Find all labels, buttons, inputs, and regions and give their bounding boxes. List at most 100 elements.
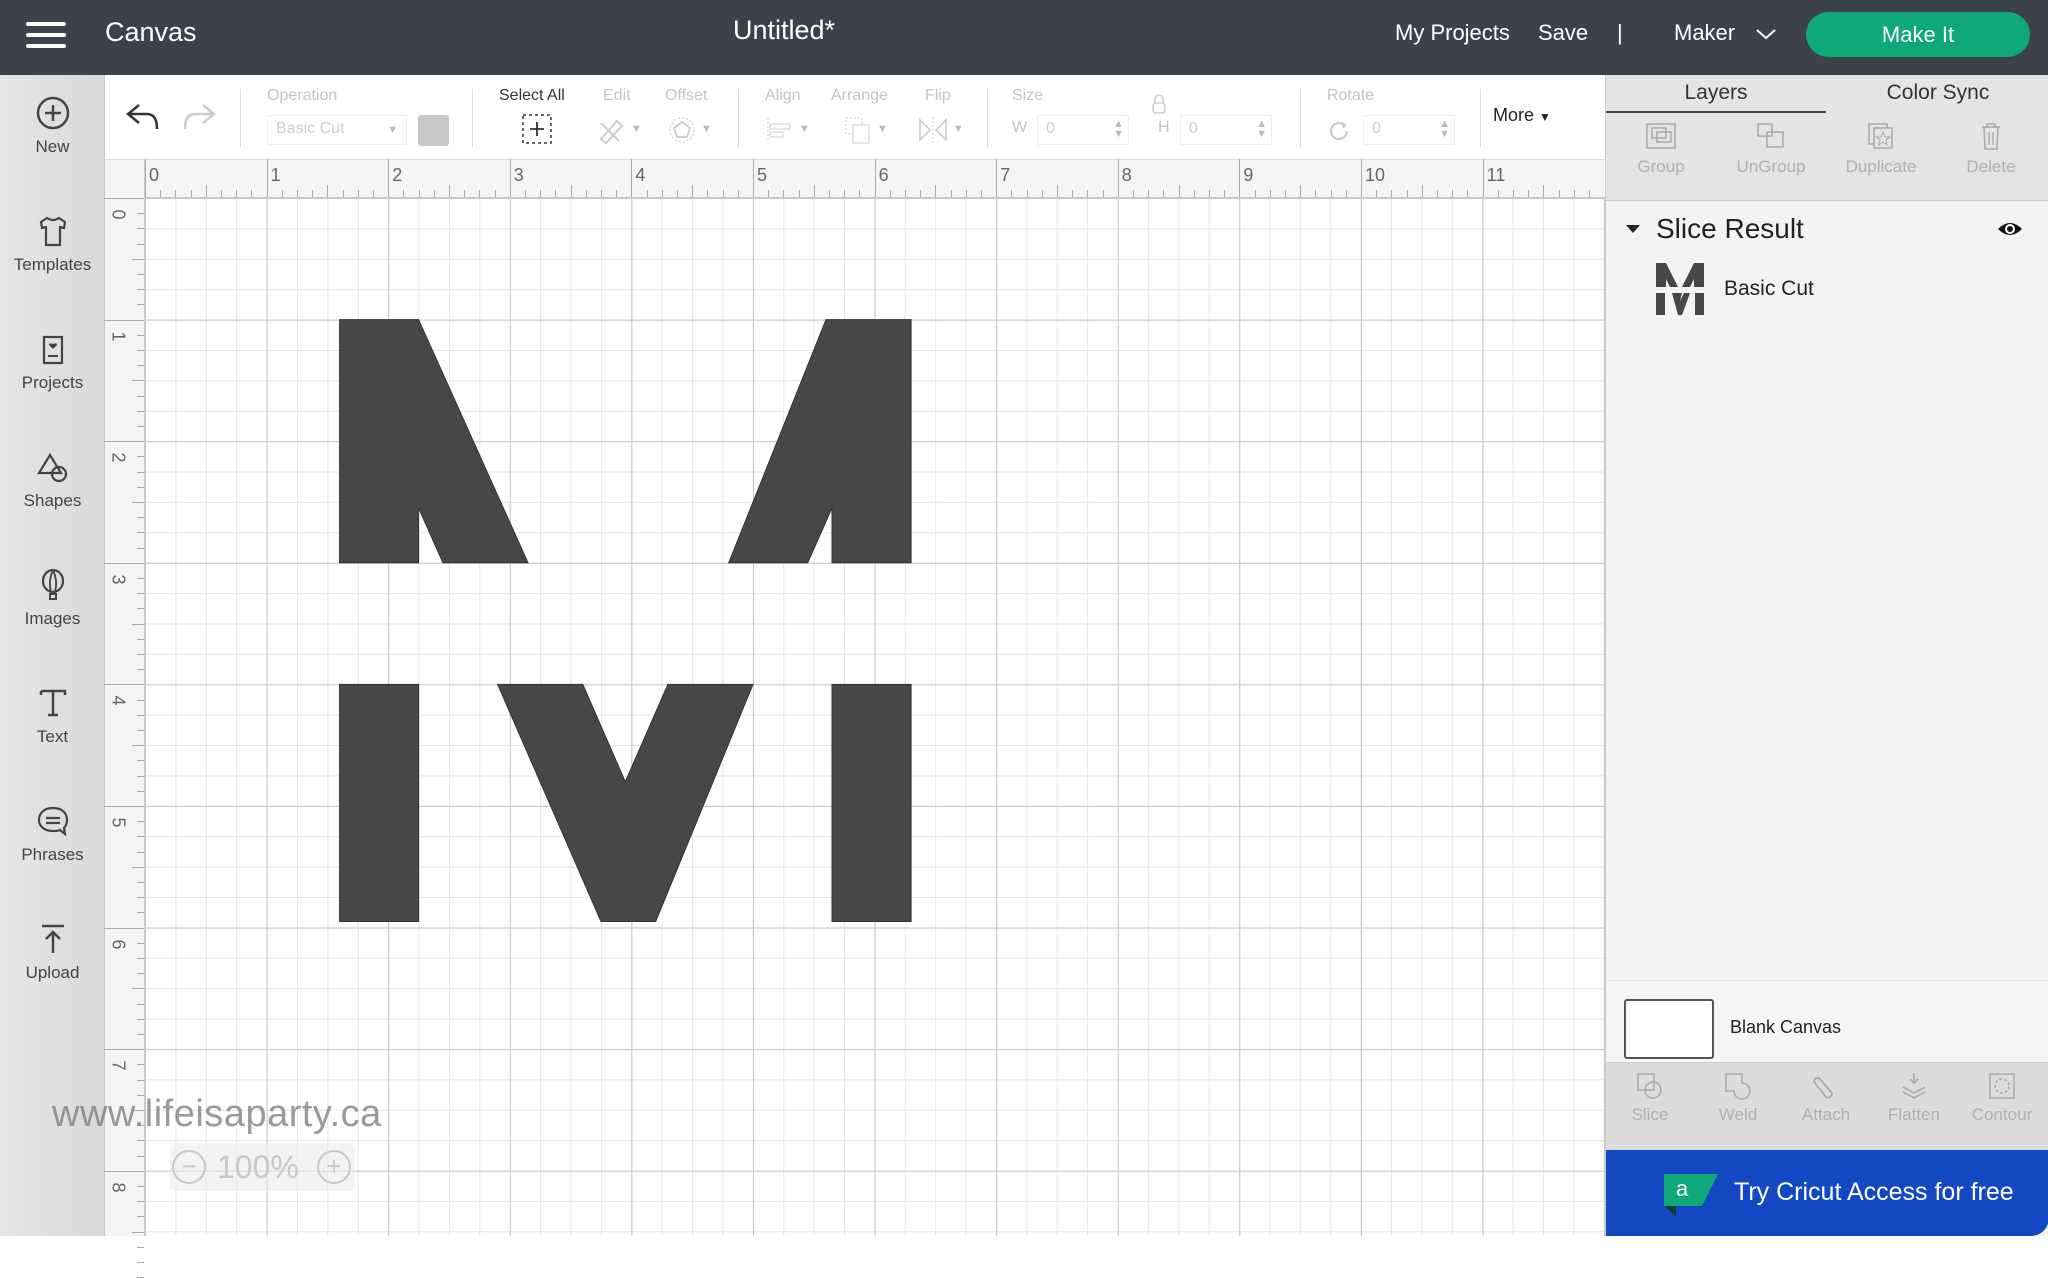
arrange-menu[interactable]: ▼ bbox=[843, 115, 888, 152]
color-swatch[interactable] bbox=[418, 115, 449, 146]
redo-icon[interactable] bbox=[181, 101, 217, 133]
ruler-tick bbox=[137, 456, 144, 458]
ruler-tick bbox=[1513, 190, 1514, 197]
ruler-tick-label: 5 bbox=[108, 817, 129, 828]
flip-menu[interactable]: ▼ bbox=[917, 115, 964, 150]
ruler-tick-label: 2 bbox=[108, 452, 129, 463]
edit-toolbar: Operation Basic Cut ▼ Select All Edit ▼ … bbox=[105, 75, 1605, 160]
watermark: www.lifeisaparty.ca bbox=[52, 1093, 382, 1135]
sidebar-item-upload[interactable]: Upload bbox=[0, 921, 105, 1021]
flatten-button[interactable]: Flatten bbox=[1870, 1071, 1958, 1125]
sidebar-item-phrases[interactable]: Phrases bbox=[0, 803, 105, 903]
ruler-tick bbox=[137, 334, 144, 336]
ruler-tick bbox=[137, 851, 144, 853]
attach-button[interactable]: Attach bbox=[1782, 1071, 1870, 1125]
eye-icon[interactable] bbox=[1996, 219, 2024, 239]
delete-button[interactable]: Delete bbox=[1936, 121, 2046, 177]
combine-actions: Slice Weld Attach Flatten Contour bbox=[1606, 1062, 2048, 1150]
ruler-tick bbox=[1133, 190, 1134, 197]
stepper-icon[interactable]: ▲ ▼ bbox=[1256, 119, 1267, 140]
caret-down-icon: ▼ bbox=[799, 123, 810, 135]
ruler-tick bbox=[1345, 190, 1347, 197]
edit-menu[interactable]: ▼ bbox=[597, 115, 642, 150]
sidebar-item-new[interactable]: New bbox=[0, 95, 105, 195]
tab-layers[interactable]: Layers bbox=[1606, 75, 1826, 113]
lock-icon[interactable] bbox=[1148, 93, 1170, 115]
ruler-tick bbox=[1193, 190, 1195, 197]
operation-select[interactable]: Basic Cut ▼ bbox=[267, 115, 407, 145]
sidebar-item-templates[interactable]: Templates bbox=[0, 213, 105, 313]
ruler-tick bbox=[1421, 185, 1423, 197]
ruler-tick bbox=[707, 190, 709, 197]
document-title[interactable]: Untitled* bbox=[733, 15, 835, 46]
sidebar-item-shapes[interactable]: Shapes bbox=[0, 449, 105, 549]
sidebar-item-images[interactable]: Images bbox=[0, 567, 105, 667]
ruler-tick bbox=[829, 190, 830, 197]
bottom-v[interactable] bbox=[496, 683, 754, 922]
tab-color-sync[interactable]: Color Sync bbox=[1828, 75, 2048, 113]
collapse-triangle-icon[interactable] bbox=[1626, 225, 1640, 233]
top-right-piece[interactable] bbox=[727, 319, 912, 564]
sidebar-label: New bbox=[35, 137, 70, 156]
ruler-tick bbox=[722, 190, 724, 197]
upload-icon bbox=[41, 924, 64, 953]
more-menu[interactable]: More ▼ bbox=[1493, 105, 1551, 126]
ruler-tick bbox=[1497, 190, 1499, 197]
duplicate-button[interactable]: Duplicate bbox=[1826, 121, 1936, 177]
ruler-tick bbox=[104, 562, 144, 564]
ruler-tick bbox=[874, 159, 876, 197]
select-all-icon[interactable] bbox=[521, 113, 553, 145]
zoom-in-button[interactable]: + bbox=[317, 1150, 351, 1184]
ruler-tick bbox=[525, 190, 526, 197]
height-input[interactable]: 0 ▲ ▼ bbox=[1180, 115, 1272, 145]
contour-button[interactable]: Contour bbox=[1958, 1071, 2046, 1125]
stepper-icon[interactable]: ▲ ▼ bbox=[1439, 119, 1450, 140]
ruler-tick bbox=[965, 190, 967, 197]
rotate-icon bbox=[1329, 121, 1349, 141]
ruler-tick bbox=[137, 714, 144, 716]
stepper-icon[interactable]: ▲ ▼ bbox=[1113, 119, 1124, 140]
make-it-button[interactable]: Make It bbox=[1806, 12, 2030, 57]
ruler-tick bbox=[1361, 159, 1362, 197]
ruler-tick-label: 4 bbox=[635, 165, 646, 185]
blank-canvas-swatch[interactable] bbox=[1624, 999, 1714, 1059]
bottom-left-bar[interactable] bbox=[339, 683, 420, 922]
layer-group-title: Slice Result bbox=[1656, 213, 1804, 244]
ruler-tick bbox=[160, 190, 162, 197]
slice-button[interactable]: Slice bbox=[1606, 1071, 1694, 1125]
ruler-tick bbox=[137, 608, 144, 610]
group-button[interactable]: Group bbox=[1606, 121, 1716, 177]
top-left-piece[interactable] bbox=[339, 319, 529, 564]
save-link[interactable]: Save bbox=[1538, 20, 1588, 46]
my-projects-link[interactable]: My Projects bbox=[1395, 20, 1510, 46]
width-input[interactable]: 0 ▲ ▼ bbox=[1037, 115, 1129, 145]
sidebar-item-text[interactable]: Text bbox=[0, 685, 105, 785]
design-canvas[interactable] bbox=[145, 198, 1605, 1236]
layer-item[interactable]: Basic Cut bbox=[1654, 261, 2034, 321]
ungroup-button[interactable]: UnGroup bbox=[1716, 121, 1826, 177]
ruler-tick bbox=[1300, 185, 1302, 197]
offset-label: Offset bbox=[665, 87, 708, 104]
offset-menu[interactable]: ▼ bbox=[667, 115, 712, 150]
rotate-input[interactable]: 0 ▲ ▼ bbox=[1363, 115, 1455, 145]
undo-icon[interactable] bbox=[125, 101, 161, 133]
ruler-tick bbox=[137, 532, 144, 534]
flatten-label: Flatten bbox=[1888, 1105, 1940, 1124]
cricut-access-banner[interactable]: a Try Cricut Access for free bbox=[1606, 1150, 2048, 1236]
ruler-tick bbox=[137, 578, 144, 579]
ruler-tick bbox=[996, 159, 998, 197]
zoom-out-button[interactable]: − bbox=[172, 1150, 206, 1184]
sidebar-item-projects[interactable]: Projects bbox=[0, 331, 105, 431]
weld-button[interactable]: Weld bbox=[1694, 1071, 1782, 1125]
ruler-tick bbox=[137, 547, 144, 549]
ruler-tick bbox=[137, 274, 144, 275]
ruler-tick bbox=[1482, 159, 1484, 197]
layer-group-header[interactable]: Slice Result bbox=[1626, 211, 2036, 251]
ruler-tick-label: 3 bbox=[513, 165, 524, 185]
ruler-tick bbox=[137, 228, 144, 230]
menu-icon[interactable] bbox=[26, 20, 68, 52]
machine-select[interactable]: Maker bbox=[1674, 20, 1777, 46]
bottom-right-bar[interactable] bbox=[831, 683, 912, 922]
align-menu[interactable]: ▼ bbox=[765, 115, 810, 150]
paperclip-icon bbox=[1813, 1076, 1833, 1099]
